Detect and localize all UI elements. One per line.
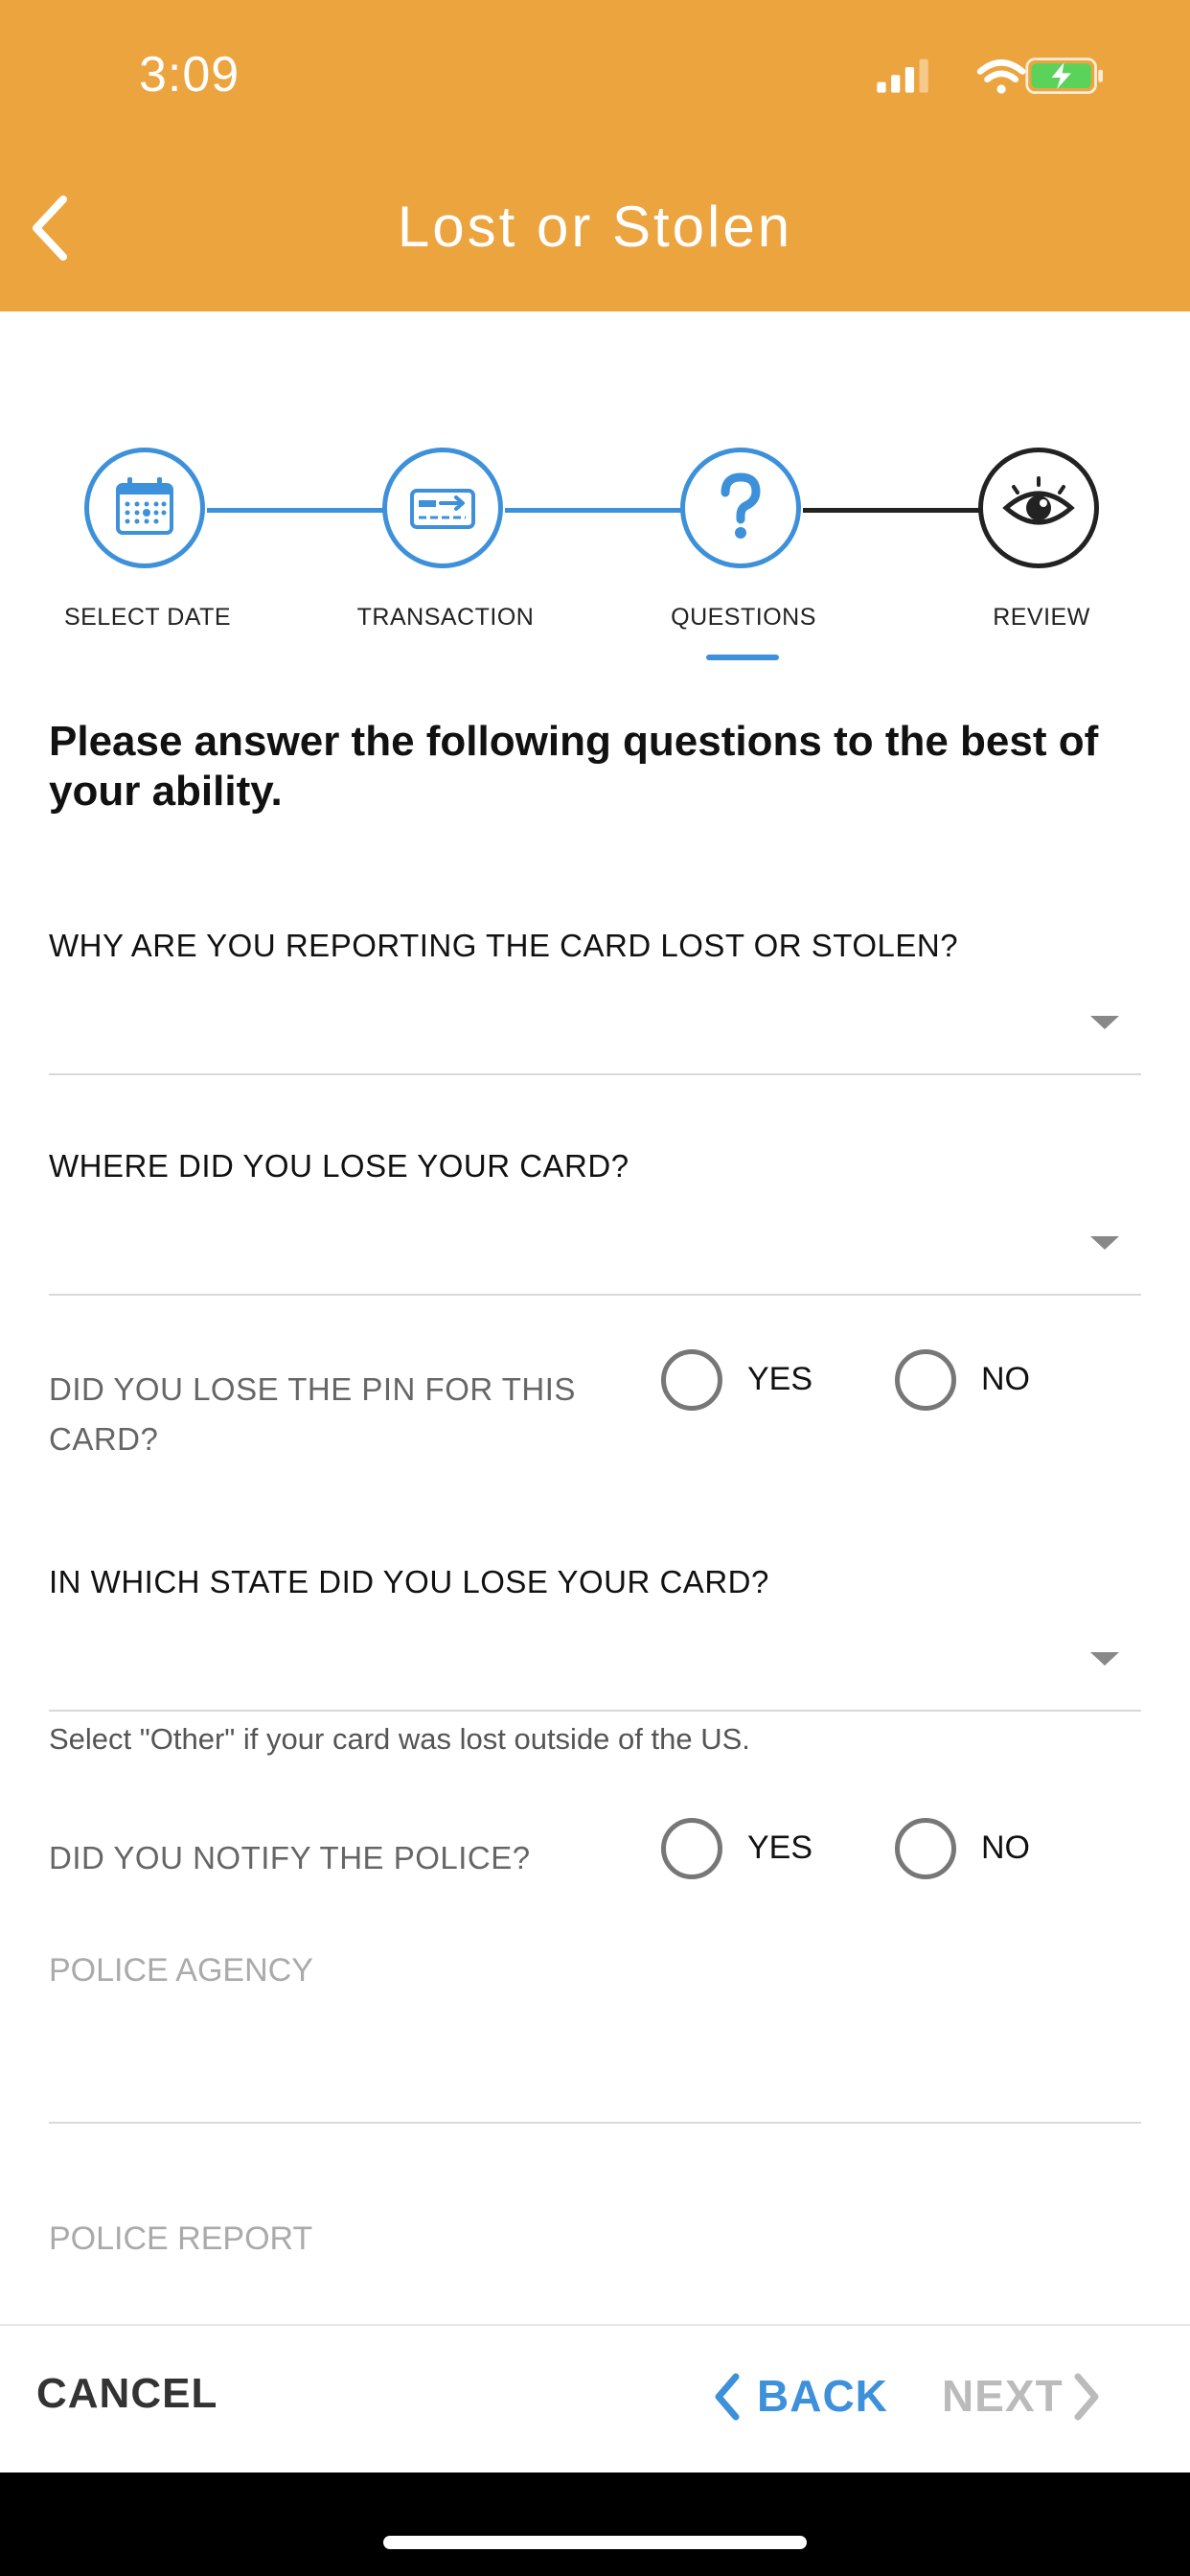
home-indicator[interactable]: [383, 2536, 807, 2549]
where-underline: [49, 1294, 1141, 1296]
step-connector: [505, 508, 683, 513]
dropdown-arrow-icon[interactable]: [1090, 1016, 1119, 1029]
police-agency-underline: [49, 2122, 1141, 2124]
where-dropdown[interactable]: [49, 1198, 1141, 1294]
back-button-label[interactable]: BACK: [757, 2370, 888, 2422]
reason-label: WHY ARE YOU REPORTING THE CARD LOST OR S…: [49, 928, 959, 963]
battery-charging-icon: [1025, 58, 1103, 95]
step-connector: [803, 508, 981, 513]
police-no-radio[interactable]: [895, 1818, 956, 1879]
step-connector: [207, 508, 385, 513]
police-agency-label: POLICE AGENCY: [49, 1952, 313, 1989]
police-yes-label[interactable]: YES: [747, 1829, 812, 1867]
chevron-left-icon: [715, 2373, 740, 2421]
chevron-right-icon: [1074, 2373, 1099, 2421]
step-label-transaction: TRANSACTION: [356, 604, 535, 631]
pin-label-line2: CARD?: [49, 1421, 159, 1457]
wifi-icon: [976, 59, 1026, 94]
pin-yes-radio[interactable]: [661, 1349, 722, 1411]
next-button-label[interactable]: NEXT: [942, 2370, 1064, 2422]
cellular-signal-icon: [877, 58, 928, 93]
step-label-review: REVIEW: [993, 604, 1090, 631]
question-icon: [721, 472, 761, 539]
reason-underline: [49, 1073, 1141, 1075]
police-report-input[interactable]: [49, 2262, 1141, 2319]
active-step-indicator: [706, 655, 779, 660]
step-label-questions: QUESTIONS: [671, 604, 816, 631]
card-transfer-icon: [410, 489, 475, 529]
status-icons: [877, 58, 1103, 95]
step-label-select-date: SELECT DATE: [63, 604, 232, 631]
police-label: DID YOU NOTIFY THE POLICE?: [49, 1840, 531, 1875]
police-report-label: POLICE REPORT: [49, 2220, 313, 2257]
reason-dropdown[interactable]: [49, 978, 1141, 1073]
state-hint: Select "Other" if your card was lost out…: [49, 1722, 750, 1756]
where-label: WHERE DID YOU LOSE YOUR CARD?: [49, 1148, 629, 1184]
state-dropdown[interactable]: [49, 1614, 1141, 1710]
step-review[interactable]: [978, 448, 1099, 568]
home-indicator-area: [0, 2472, 1190, 2576]
dropdown-arrow-icon[interactable]: [1090, 1236, 1119, 1250]
status-time: 3:09: [139, 47, 240, 103]
pin-label: DID YOU LOSE THE PIN FOR THIS CARD?: [49, 1365, 624, 1464]
cancel-button[interactable]: CANCEL: [36, 2370, 217, 2418]
pin-yes-label[interactable]: YES: [747, 1361, 812, 1398]
eye-icon: [1002, 476, 1075, 525]
step-questions[interactable]: [680, 448, 801, 568]
instructions-heading: Please answer the following questions to…: [49, 718, 1099, 815]
police-yes-radio[interactable]: [661, 1818, 722, 1879]
calendar-icon: [116, 477, 173, 535]
police-agency-input[interactable]: [49, 1993, 1141, 2122]
page-title: Lost or Stolen: [397, 195, 793, 259]
pin-no-radio[interactable]: [895, 1349, 956, 1411]
police-no-label[interactable]: NO: [981, 1829, 1030, 1867]
state-label: IN WHICH STATE DID YOU LOSE YOUR CARD?: [49, 1564, 769, 1599]
step-select-date[interactable]: [84, 448, 205, 568]
state-underline: [49, 1710, 1141, 1712]
dropdown-arrow-icon[interactable]: [1090, 1652, 1119, 1666]
pin-label-line1: DID YOU LOSE THE PIN FOR THIS: [49, 1371, 576, 1407]
step-transaction[interactable]: [382, 448, 503, 568]
pin-no-label[interactable]: NO: [981, 1361, 1030, 1398]
